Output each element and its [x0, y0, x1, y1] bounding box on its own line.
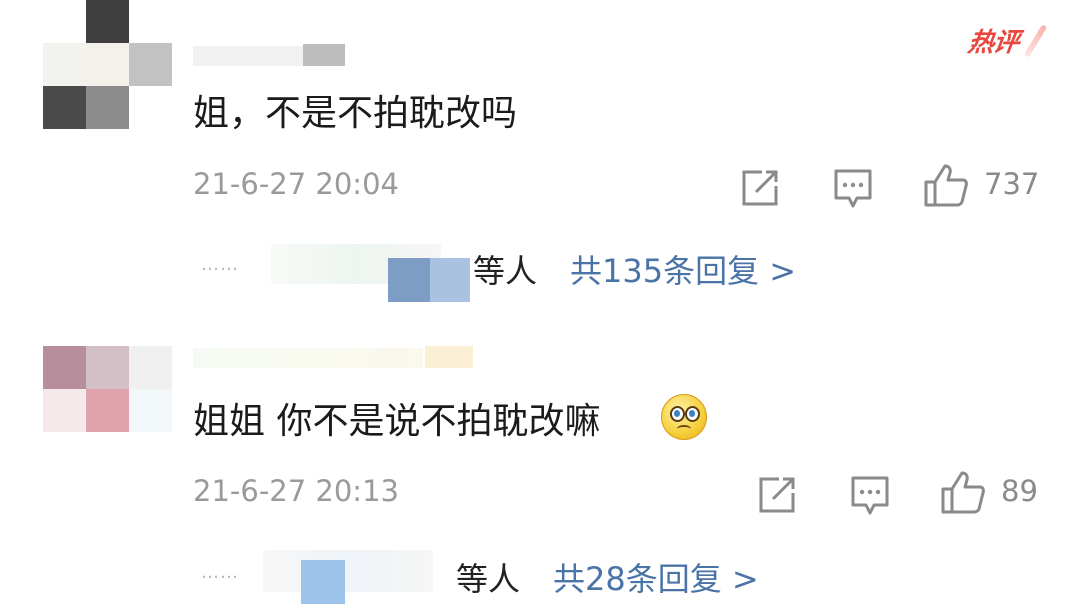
reply-user-blurred-block	[388, 258, 430, 302]
reply-user-blurred-block	[301, 560, 345, 604]
view-replies-link[interactable]: 共135条回复 >	[570, 246, 796, 292]
like-count: 89	[1001, 474, 1038, 508]
reply-summary[interactable]: …… 等人 共28条回复 >	[193, 548, 893, 604]
comment-timestamp: 21-6-27 20:04	[193, 167, 399, 201]
comment-timestamp: 21-6-27 20:13	[193, 474, 399, 508]
like-count: 737	[984, 167, 1040, 201]
share-icon[interactable]	[740, 168, 780, 208]
avatar-pixelated[interactable]	[43, 346, 172, 432]
comment-icon[interactable]	[850, 475, 890, 517]
reply-summary[interactable]: …… 等人 共135条回复 >	[193, 240, 893, 302]
comment-text: 姐，不是不拍耽改吗	[193, 93, 518, 134]
thumbs-up-icon[interactable]	[923, 162, 969, 208]
reply-ellipsis: ……	[201, 254, 239, 275]
username-blurred-block	[303, 44, 345, 66]
comment-icon[interactable]	[833, 168, 873, 210]
avatar-pixelated[interactable]	[43, 0, 172, 129]
hot-comment-badge: 热评	[965, 22, 1043, 66]
reply-user-blurred-block	[430, 258, 470, 302]
reply-people-label: 等人	[456, 560, 521, 598]
reply-ellipsis: ……	[201, 562, 239, 583]
teary-face-emoji	[661, 394, 707, 440]
username-blurred[interactable]	[193, 46, 303, 66]
reply-people-label: 等人	[473, 252, 538, 290]
thumbs-up-icon[interactable]	[940, 469, 986, 515]
username-blurred[interactable]	[193, 348, 423, 368]
username-blurred-block	[425, 346, 473, 368]
comment-text: 姐姐 你不是说不拍耽改嘛	[193, 401, 601, 442]
share-icon[interactable]	[757, 475, 797, 515]
reply-user-blurred	[263, 550, 433, 592]
view-replies-link[interactable]: 共28条回复 >	[553, 554, 759, 600]
